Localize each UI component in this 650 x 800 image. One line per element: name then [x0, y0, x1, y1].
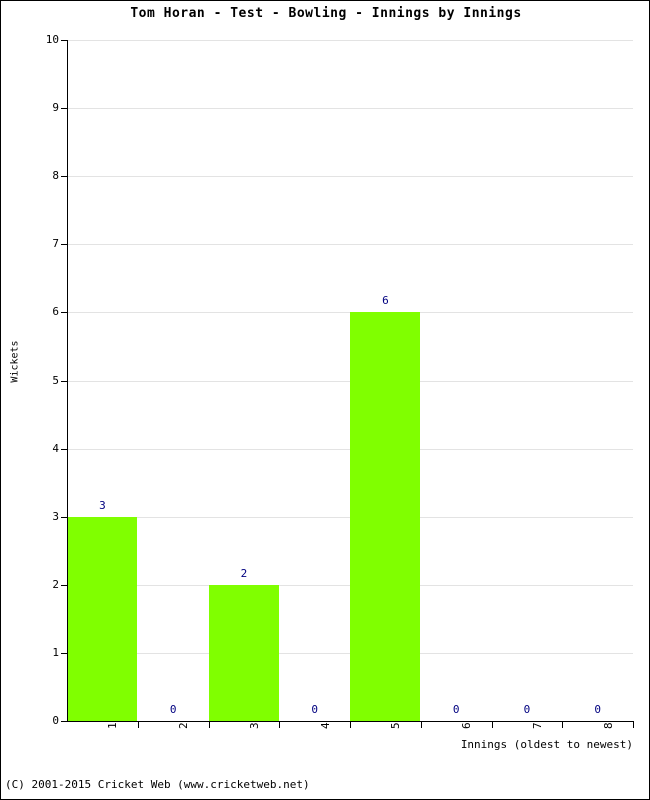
y-axis-tick-label: 1: [52, 645, 59, 659]
bar-value-label: 3: [99, 498, 106, 512]
x-axis-tick: [279, 722, 281, 728]
y-axis-tick-label: 5: [52, 373, 59, 387]
x-axis-title: Innings (oldest to newest): [460, 738, 633, 751]
x-axis-tick-label: 1: [106, 722, 120, 729]
y-axis-tick: [61, 584, 67, 586]
y-axis-tick-label: 9: [52, 101, 59, 115]
bar-value-label: 0: [452, 703, 460, 716]
y-axis-tick: [61, 652, 67, 654]
gridline: [67, 108, 633, 110]
x-axis-tick: [208, 722, 210, 728]
bar-value-label: 0: [169, 703, 177, 716]
y-axis-title: Wickets: [9, 340, 21, 383]
gridline: [67, 244, 633, 246]
y-axis-tick-label: 2: [52, 577, 59, 591]
bar[interactable]: [208, 584, 279, 721]
x-axis-tick-label: 6: [460, 722, 474, 729]
y-axis-line: [67, 40, 68, 722]
page-title: Tom Horan - Test - Bowling - Innings by …: [130, 6, 522, 21]
chart-page: Tom Horan - Test - Bowling - Innings by …: [0, 0, 650, 800]
bar-value-label: 0: [594, 703, 601, 716]
y-axis-tick-label: 6: [52, 305, 59, 319]
x-axis-tick: [633, 722, 634, 728]
y-axis-tick-label: 0: [52, 714, 59, 727]
x-axis-tick: [350, 722, 351, 728]
bar[interactable]: [350, 312, 421, 721]
y-axis-tick: [61, 40, 67, 41]
gridline: [67, 40, 633, 41]
bar[interactable]: [67, 516, 138, 721]
y-axis-tick-label: 8: [52, 169, 59, 183]
y-axis-tick: [61, 380, 67, 382]
y-axis-tick: [61, 176, 67, 178]
x-axis-tick: [137, 722, 139, 728]
x-axis-tick: [562, 722, 564, 728]
copyright-footer: (C) 2001-2015 Cricket Web (www.cricketwe…: [5, 778, 310, 791]
y-axis-tick-label: 3: [52, 509, 59, 523]
x-axis-tick-label: 5: [389, 722, 403, 729]
y-axis-tick: [61, 108, 67, 110]
y-axis-tick-label: 7: [52, 237, 59, 251]
plot-area: 3 0 2 0 6 0 0 0: [67, 40, 633, 721]
x-axis-tick-label: 2: [177, 722, 191, 729]
bar-value-label: 0: [523, 703, 531, 716]
x-axis-tick: [420, 722, 422, 728]
bar-value-label: 6: [382, 294, 389, 308]
y-axis-tick: [61, 516, 67, 518]
gridline: [67, 176, 633, 178]
bar-value-label: 2: [240, 566, 248, 580]
x-axis-tick: [491, 722, 493, 728]
x-axis-tick-label: 3: [247, 722, 261, 729]
y-axis-tick-label: 10: [45, 33, 59, 46]
x-axis-tick-label: 7: [530, 722, 544, 729]
bar-value-label: 0: [311, 703, 318, 716]
y-axis-tick: [61, 244, 67, 246]
x-axis-tick-label: 8: [601, 722, 615, 729]
y-axis-tick: [61, 312, 67, 314]
y-axis-tick: [61, 721, 67, 722]
y-axis-tick: [61, 448, 67, 450]
y-axis-tick-label: 4: [52, 441, 59, 455]
x-axis-tick-label: 4: [318, 722, 332, 729]
